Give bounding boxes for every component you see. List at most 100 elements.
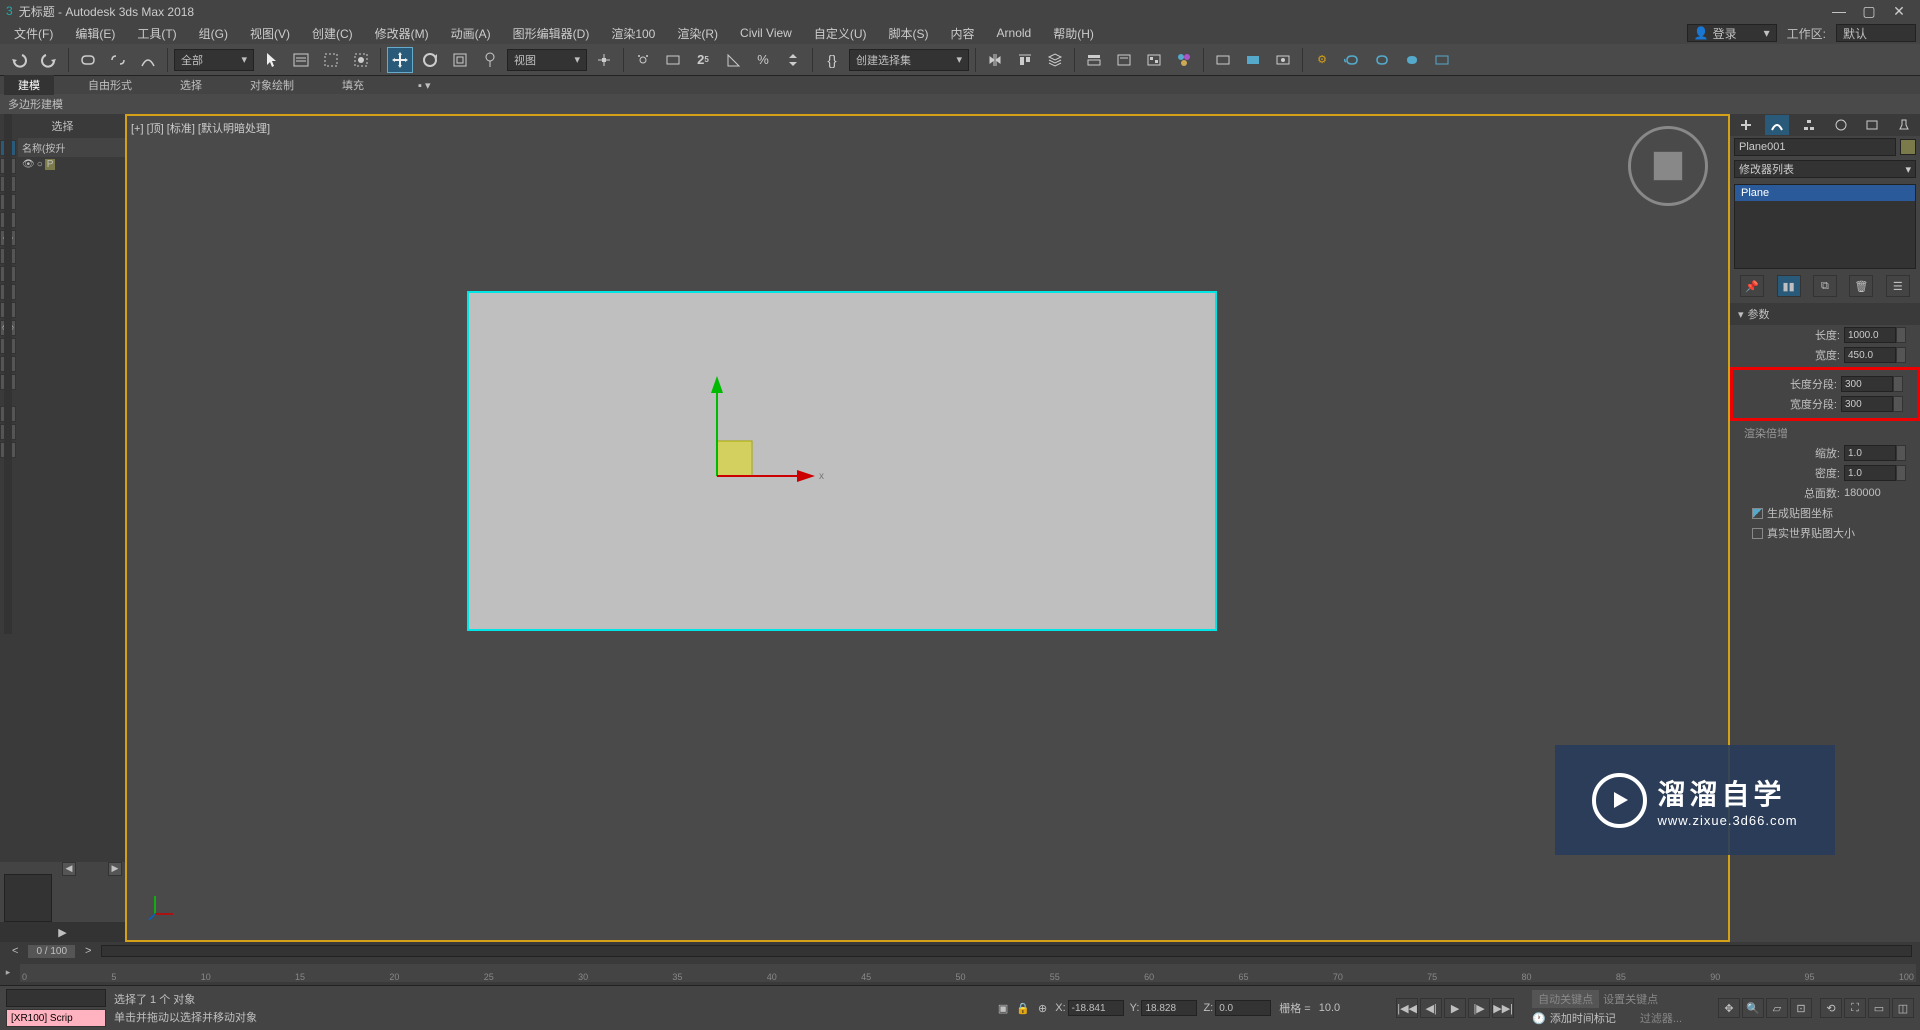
width-segs-spinner[interactable]: [1893, 396, 1903, 412]
nav-extra-button[interactable]: ◫: [1892, 998, 1914, 1018]
select-place-button[interactable]: [477, 47, 503, 73]
remove-modifier-button[interactable]: 🗑: [1849, 275, 1873, 297]
modifier-item-plane[interactable]: Plane: [1735, 185, 1915, 201]
menu-arnold[interactable]: Arnold: [987, 24, 1042, 42]
render-frame-button[interactable]: [1240, 47, 1266, 73]
maximize-button[interactable]: ▢: [1854, 3, 1884, 20]
length-spinner[interactable]: [1896, 327, 1906, 343]
modifier-stack[interactable]: Plane: [1734, 184, 1916, 269]
ribbon-fill[interactable]: 填充: [328, 75, 378, 95]
select-name-button[interactable]: [288, 47, 314, 73]
xyz-icon[interactable]: ⊕: [1038, 1002, 1047, 1015]
render-production-button[interactable]: [1270, 47, 1296, 73]
menu-custom[interactable]: 自定义(U): [804, 23, 877, 44]
z-coord[interactable]: 0.0: [1215, 1000, 1271, 1016]
modifier-list-dropdown[interactable]: 修改器列表▾: [1734, 160, 1916, 178]
menu-content[interactable]: 内容: [941, 23, 985, 44]
add-time-marker[interactable]: 添加时间标记: [1550, 1010, 1616, 1026]
pivot-button[interactable]: [591, 47, 617, 73]
material-editor-button[interactable]: [1171, 47, 1197, 73]
plane-object[interactable]: [467, 291, 1217, 631]
nav-maximize-button[interactable]: ⛶: [1844, 998, 1866, 1018]
scene-row-plane[interactable]: 👁 ○ P: [18, 157, 125, 172]
align-button[interactable]: [1012, 47, 1038, 73]
curve-editor-button[interactable]: [1111, 47, 1137, 73]
eye-icon[interactable]: 👁: [22, 159, 35, 170]
login-dropdown[interactable]: 👤 登录 ▾: [1687, 24, 1777, 42]
menu-help[interactable]: 帮助(H): [1043, 23, 1104, 44]
show-end-result-button[interactable]: ▮▮: [1777, 275, 1801, 297]
window-crossing-button[interactable]: [348, 47, 374, 73]
teapot-settings-icon[interactable]: ⚙: [1309, 47, 1335, 73]
undo-button[interactable]: [6, 47, 32, 73]
render-setup-button[interactable]: [1210, 47, 1236, 73]
viewport-label[interactable]: [+] [顶] [标准] [默认明暗处理]: [131, 120, 270, 136]
make-unique-button[interactable]: ⧉: [1813, 275, 1837, 297]
layers-button[interactable]: [1042, 47, 1068, 73]
mini-viewport[interactable]: [4, 874, 52, 922]
tab-create[interactable]: [1734, 115, 1758, 135]
menu-animation[interactable]: 动画(A): [441, 23, 501, 44]
percent-snap-button[interactable]: %: [750, 47, 776, 73]
setkey-label[interactable]: 设置关键点: [1603, 991, 1658, 1007]
tab-hierarchy[interactable]: [1797, 115, 1821, 135]
density-input[interactable]: 1.0: [1844, 465, 1896, 481]
goto-end-button[interactable]: ▶▶|: [1492, 998, 1514, 1018]
selection-filter-dropdown[interactable]: 全部▾: [174, 49, 254, 71]
edit-selection-set-button[interactable]: {}: [819, 47, 845, 73]
viewcube[interactable]: [1628, 126, 1708, 206]
menu-views[interactable]: 视图(V): [240, 23, 300, 44]
params-rollout-header[interactable]: ▾ 参数: [1730, 303, 1920, 325]
left-expand-button[interactable]: ▶: [0, 922, 125, 942]
length-segs-input[interactable]: 300: [1841, 376, 1893, 392]
scale-spinner[interactable]: [1896, 445, 1906, 461]
tab-modify[interactable]: [1765, 115, 1789, 135]
nav-region-button[interactable]: ▭: [1868, 998, 1890, 1018]
workspace-dropdown[interactable]: 默认: [1836, 24, 1916, 42]
toggle-ribbon-button[interactable]: [1081, 47, 1107, 73]
select-region-button[interactable]: [318, 47, 344, 73]
pin-stack-button[interactable]: 📌: [1740, 275, 1764, 297]
timeline-position[interactable]: 0 / 100: [28, 945, 75, 958]
bind-button[interactable]: [135, 47, 161, 73]
named-selection-dropdown[interactable]: 创建选择集▾: [849, 49, 969, 71]
nav-zoom-button[interactable]: 🔍: [1742, 998, 1764, 1018]
schematic-view-button[interactable]: [1141, 47, 1167, 73]
time-slider[interactable]: [101, 945, 1912, 957]
next-frame-button[interactable]: |▶: [1468, 998, 1490, 1018]
menu-edit[interactable]: 编辑(E): [65, 23, 125, 44]
x-coord[interactable]: -18.841: [1068, 1000, 1124, 1016]
mirror-button[interactable]: [982, 47, 1008, 73]
unlink-button[interactable]: [105, 47, 131, 73]
ribbon-model[interactable]: 建模: [4, 75, 54, 95]
object-color-swatch[interactable]: [1900, 139, 1916, 155]
menu-group[interactable]: 组(G): [189, 23, 238, 44]
isolate-icon[interactable]: ▣: [998, 1002, 1008, 1015]
menu-create[interactable]: 创建(C): [302, 23, 363, 44]
lock-icon[interactable]: 🔒: [1016, 1002, 1030, 1015]
link-button[interactable]: [75, 47, 101, 73]
freeze-icon[interactable]: ○: [37, 159, 43, 170]
select-scale-button[interactable]: [447, 47, 473, 73]
viewport[interactable]: [+] [顶] [标准] [默认明暗处理] x: [125, 114, 1730, 942]
ribbon-select[interactable]: 选择: [166, 75, 216, 95]
snaps-toggle-button[interactable]: 25: [690, 47, 716, 73]
teapot3-icon[interactable]: [1399, 47, 1425, 73]
timeline-next-button[interactable]: >: [81, 945, 95, 957]
script-label[interactable]: [XR100] Scrip: [6, 1009, 106, 1027]
play-button[interactable]: ▶: [1444, 998, 1466, 1018]
scroll-left-icon[interactable]: ◀: [62, 862, 76, 876]
minimize-button[interactable]: —: [1824, 3, 1854, 19]
time-tag-icon[interactable]: 🕐: [1532, 1012, 1546, 1025]
select-move-button[interactable]: [387, 47, 413, 73]
angle-snap-button[interactable]: [720, 47, 746, 73]
tab-motion[interactable]: [1829, 115, 1853, 135]
menu-tools[interactable]: 工具(T): [127, 23, 186, 44]
menu-grapheditors[interactable]: 图形编辑器(D): [503, 23, 600, 44]
select-object-button[interactable]: [258, 47, 284, 73]
scene-hscroll[interactable]: ◀ ▶: [62, 862, 122, 876]
teapot1-icon[interactable]: [1339, 47, 1365, 73]
timeline-prev-button[interactable]: <: [8, 945, 22, 957]
nav-orbit-button[interactable]: ⟲: [1820, 998, 1842, 1018]
close-button[interactable]: ✕: [1884, 3, 1914, 20]
